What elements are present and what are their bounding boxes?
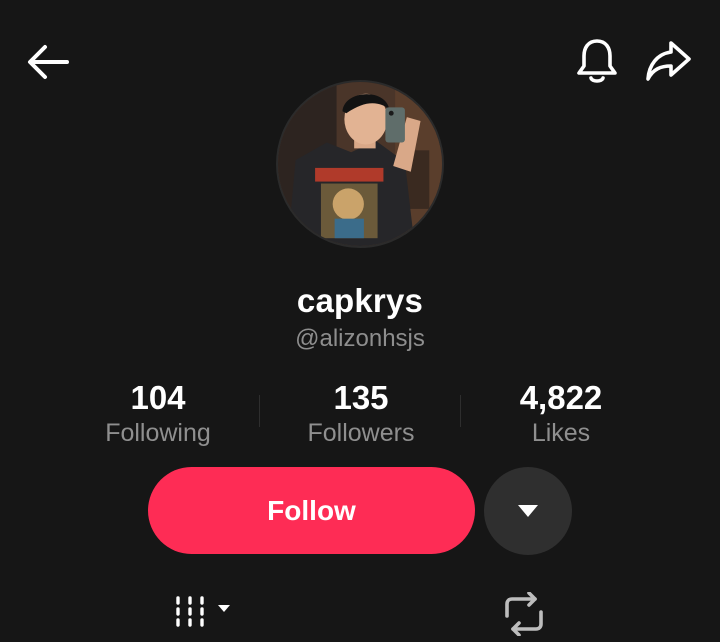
back-button[interactable]	[22, 38, 74, 86]
follow-button[interactable]: Follow	[148, 467, 475, 554]
avatar-image	[278, 82, 442, 246]
stat-followers[interactable]: 135 Followers	[261, 378, 461, 448]
repost-icon	[505, 592, 543, 636]
arrow-left-icon	[28, 45, 69, 79]
chevron-down-icon	[218, 605, 230, 612]
suggested-accounts-button[interactable]	[484, 467, 572, 555]
stat-value: 104	[130, 379, 186, 416]
stat-label: Likes	[531, 419, 591, 447]
profile-avatar[interactable]	[276, 80, 444, 248]
display-name: capkrys	[296, 282, 424, 319]
stat-value: 4,822	[519, 379, 603, 416]
caret-down-icon	[518, 505, 538, 517]
stat-divider	[259, 395, 260, 427]
notifications-button[interactable]	[570, 34, 624, 88]
share-arrow-icon	[646, 41, 691, 81]
username-handle: @alizonhsjs	[295, 325, 425, 352]
bell-icon	[577, 39, 617, 83]
share-button[interactable]	[640, 34, 696, 88]
videos-grid-icon	[176, 596, 230, 627]
stat-value: 135	[333, 379, 389, 416]
tab-videos[interactable]	[168, 590, 238, 634]
stat-following[interactable]: 104 Following	[58, 378, 258, 448]
stat-label: Followers	[307, 419, 415, 447]
stat-likes[interactable]: 4,822 Likes	[461, 378, 661, 448]
stat-label: Following	[105, 419, 211, 447]
tab-reposts[interactable]	[494, 590, 554, 638]
